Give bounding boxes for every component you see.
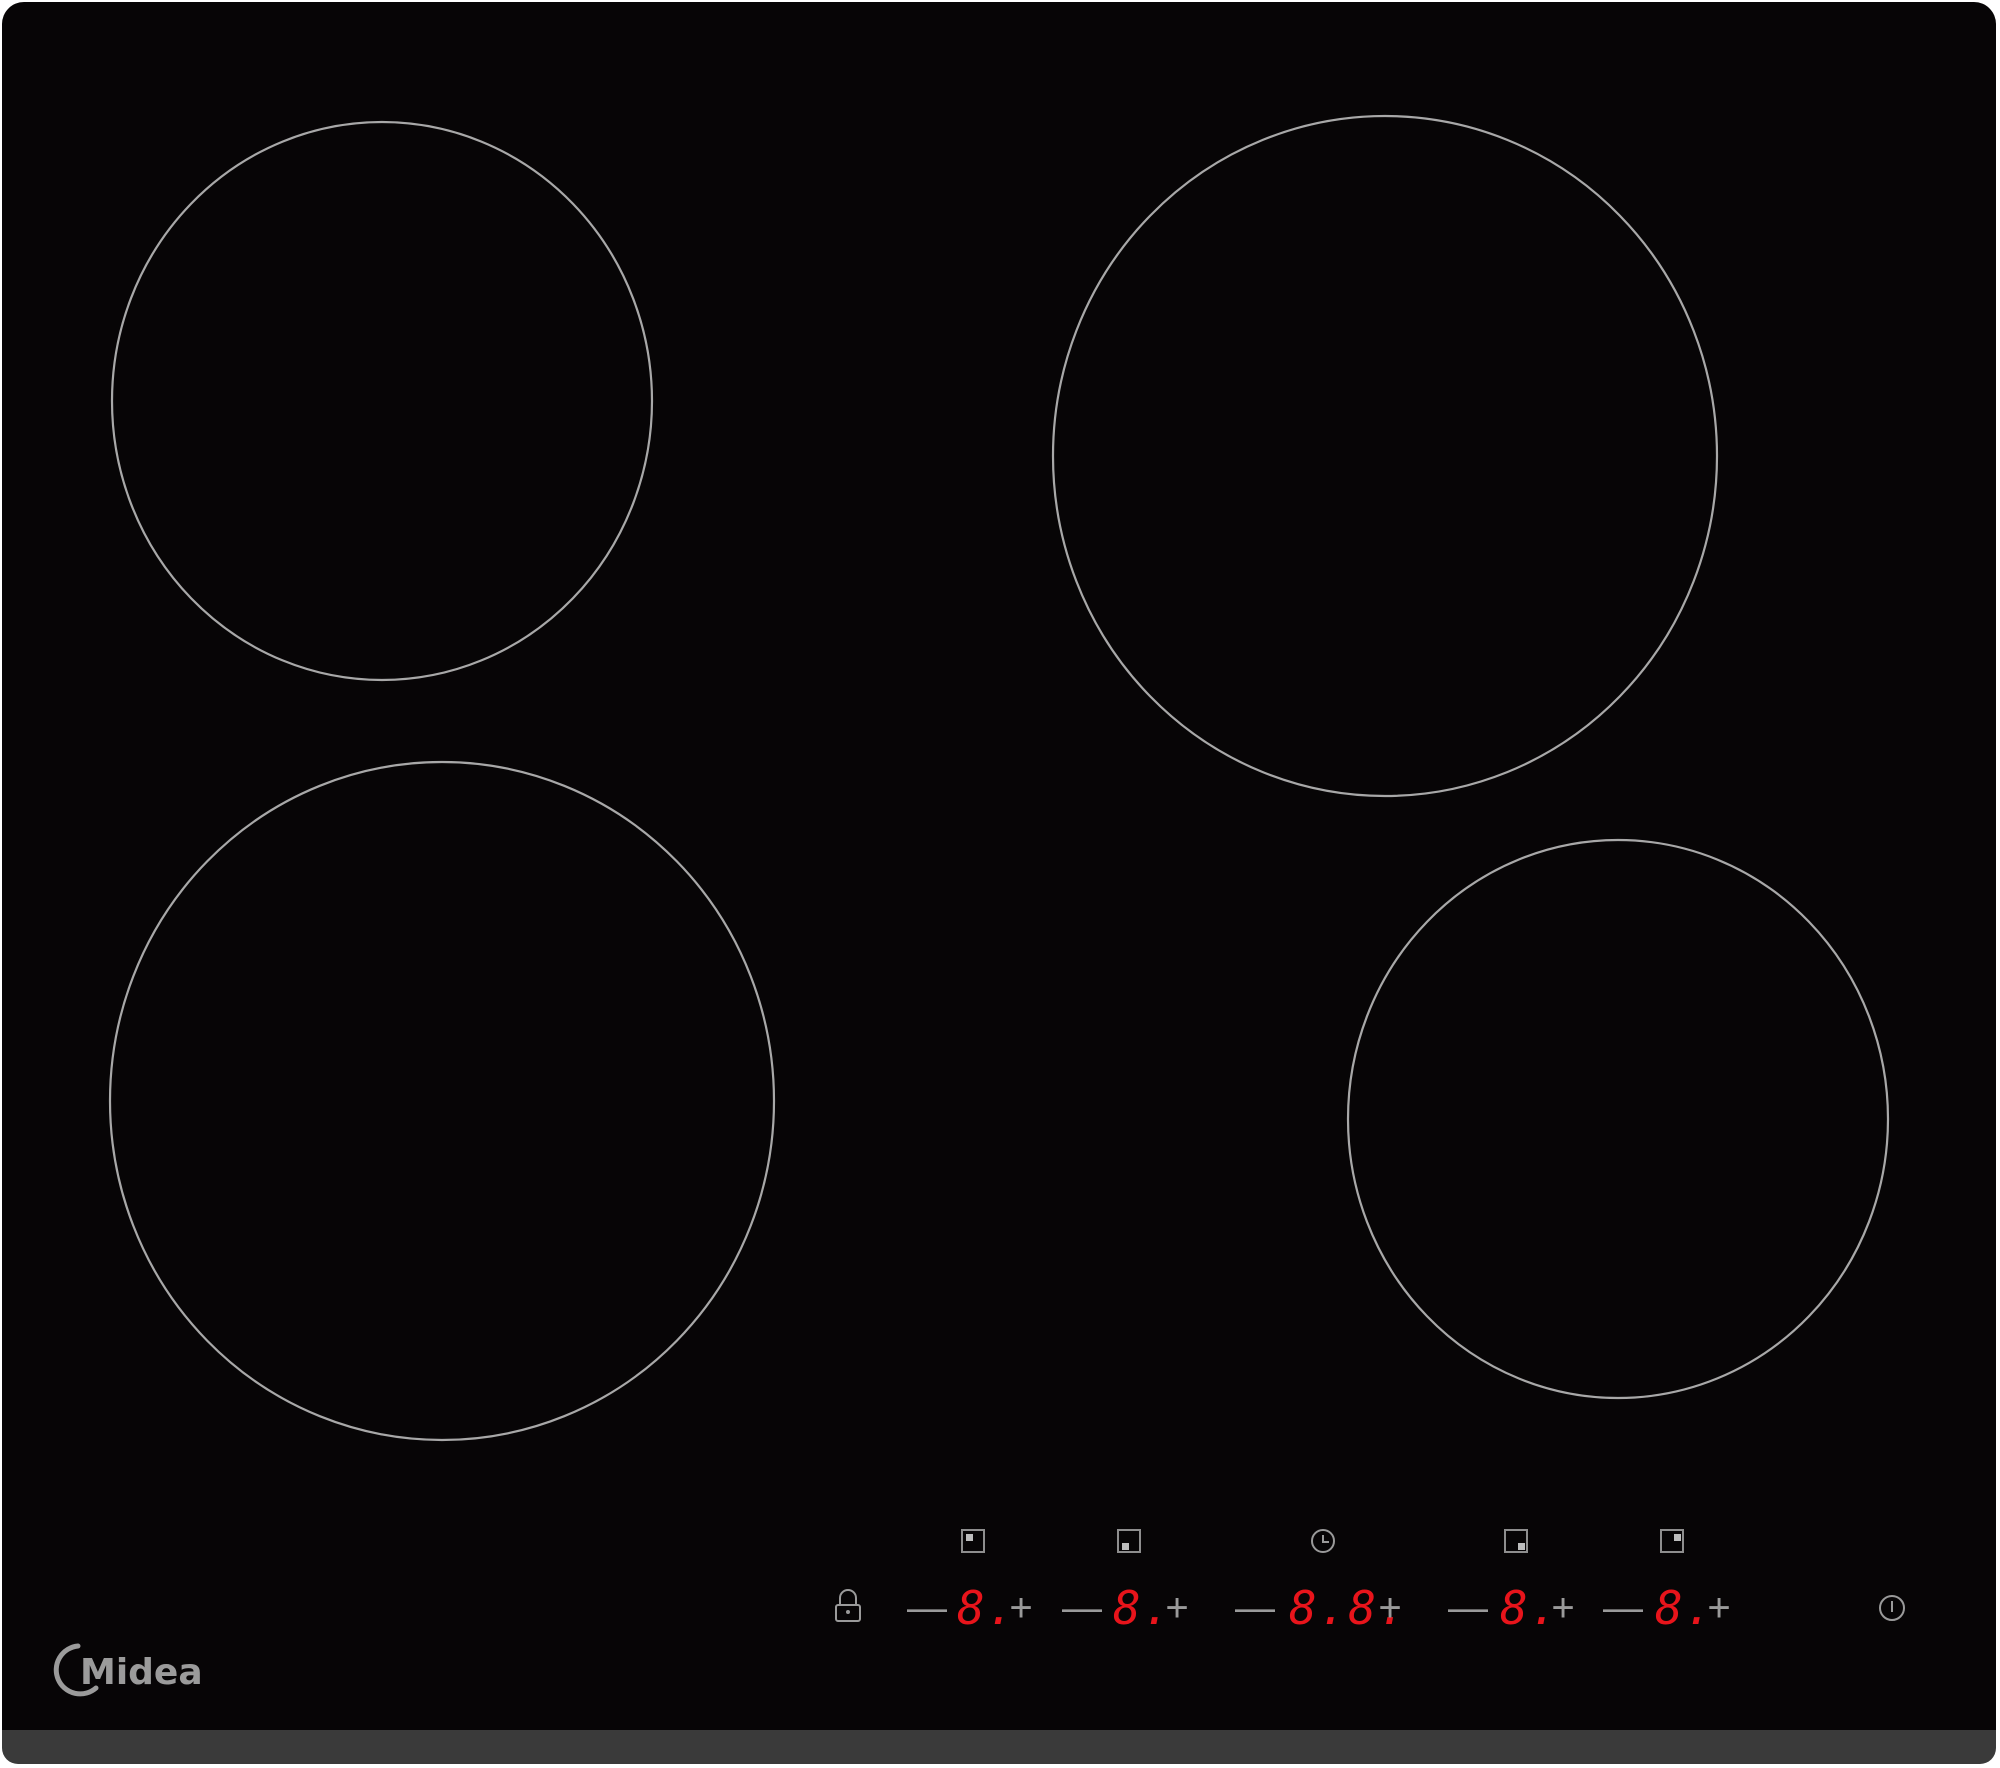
lock-icon[interactable] [835,1589,861,1622]
zone-1-minus-button[interactable]: — [907,1588,947,1628]
zone-indicator-rear-right [1660,1529,1684,1553]
zone-indicator-front-right [1504,1529,1528,1553]
zone-ring-rear-right [1051,114,1719,798]
cooktop: — 8. + — 8. + — 8.8. + — 8. + — 8. + Mid… [0,0,2000,1768]
zone-ring-front-right [1346,838,1890,1400]
zone-4-minus-button[interactable]: — [1603,1588,1643,1628]
brand-name: Midea [80,1652,203,1693]
zone-1-plus-button[interactable]: + [1001,1588,1041,1628]
cooking-zones [108,114,1905,1622]
timer-minus-button[interactable]: — [1235,1588,1275,1628]
power-icon[interactable] [1879,1595,1905,1621]
zone-ring-rear-left [110,120,654,682]
timer-plus-button[interactable]: + [1370,1588,1410,1628]
zone-ring-front-left [108,760,776,1442]
zone-3-plus-button[interactable]: + [1543,1588,1583,1628]
zone-4-plus-button[interactable]: + [1699,1588,1739,1628]
zone-3-minus-button[interactable]: — [1448,1588,1488,1628]
zone-indicator-rear-left [961,1529,985,1553]
zone-indicator-front-left [1117,1529,1141,1553]
zone-2-minus-button[interactable]: — [1062,1588,1102,1628]
zone-2-plus-button[interactable]: + [1157,1588,1197,1628]
clock-icon [1311,1529,1335,1553]
